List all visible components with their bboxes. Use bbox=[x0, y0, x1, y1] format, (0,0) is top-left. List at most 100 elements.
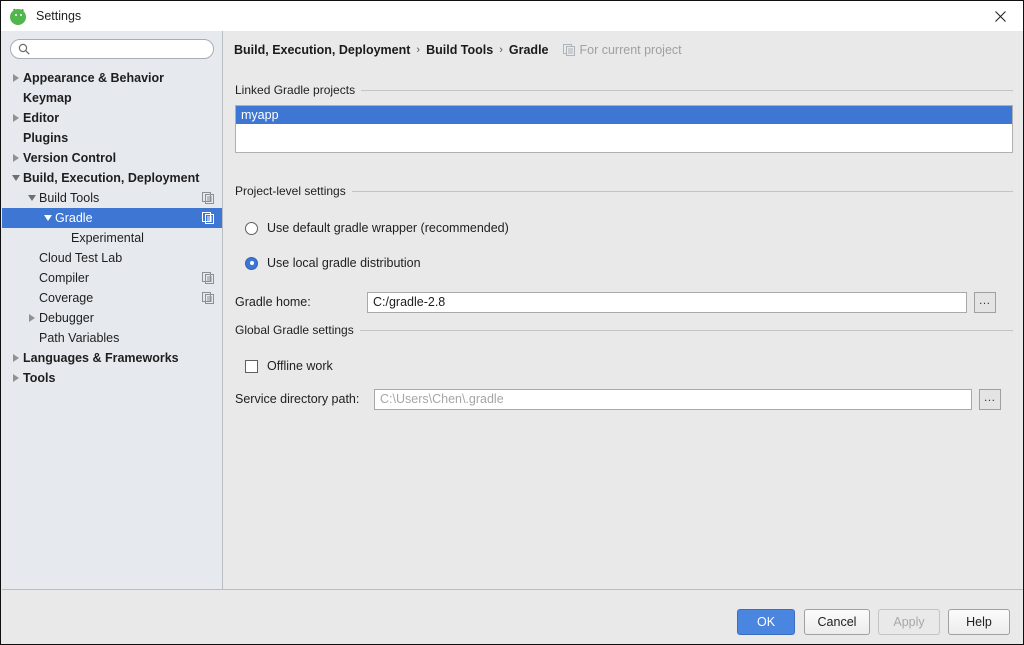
tree-spacer bbox=[10, 128, 23, 148]
global-settings-group: Global Gradle settings Offline work Serv… bbox=[235, 323, 1013, 410]
group-title: Global Gradle settings bbox=[235, 323, 354, 337]
gradle-home-input[interactable]: C:/gradle-2.8 bbox=[367, 292, 967, 313]
sidebar-item-label: Keymap bbox=[23, 88, 72, 108]
sidebar-item-languages-frameworks[interactable]: Languages & Frameworks bbox=[2, 348, 222, 368]
breadcrumb-item-1[interactable]: Build Tools bbox=[426, 43, 493, 57]
breadcrumb-item-2: Gradle bbox=[509, 43, 549, 57]
linked-projects-list[interactable]: myapp bbox=[235, 105, 1013, 153]
settings-tree: Appearance & BehaviorKeymapEditorPlugins… bbox=[2, 68, 222, 388]
sidebar-item-label: Cloud Test Lab bbox=[39, 248, 122, 268]
chevron-right-icon[interactable] bbox=[10, 368, 23, 388]
sidebar-item-coverage[interactable]: Coverage bbox=[2, 288, 222, 308]
sidebar-item-gradle[interactable]: Gradle bbox=[2, 208, 222, 228]
tree-spacer bbox=[10, 88, 23, 108]
settings-content: Build, Execution, Deployment › Build Too… bbox=[223, 31, 1023, 589]
breadcrumb-separator: › bbox=[416, 44, 420, 56]
sidebar-item-appearance-behavior[interactable]: Appearance & Behavior bbox=[2, 68, 222, 88]
copy-icon[interactable] bbox=[202, 192, 214, 204]
copy-icon[interactable] bbox=[202, 272, 214, 284]
list-item[interactable]: myapp bbox=[236, 106, 1012, 124]
search-input[interactable] bbox=[35, 40, 209, 60]
tree-spacer bbox=[26, 328, 39, 348]
copy-icon[interactable] bbox=[202, 292, 214, 304]
checkbox-icon[interactable] bbox=[245, 360, 258, 373]
radio-icon[interactable] bbox=[245, 257, 258, 270]
close-icon[interactable] bbox=[977, 1, 1023, 31]
sidebar-item-debugger[interactable]: Debugger bbox=[2, 308, 222, 328]
copy-icon bbox=[563, 44, 575, 56]
tree-spacer bbox=[26, 268, 39, 288]
group-title: Linked Gradle projects bbox=[235, 83, 355, 97]
project-settings-group: Project-level settings Use default gradl… bbox=[235, 184, 1013, 313]
sidebar-item-label: Languages & Frameworks bbox=[23, 348, 179, 368]
sidebar-item-tools[interactable]: Tools bbox=[2, 368, 222, 388]
sidebar-item-path-variables[interactable]: Path Variables bbox=[2, 328, 222, 348]
sidebar-item-cloud-test-lab[interactable]: Cloud Test Lab bbox=[2, 248, 222, 268]
sidebar-item-build-execution-deployment[interactable]: Build, Execution, Deployment bbox=[2, 168, 222, 188]
search-box[interactable] bbox=[10, 39, 214, 59]
group-header: Linked Gradle projects bbox=[235, 83, 1013, 97]
sidebar-item-build-tools[interactable]: Build Tools bbox=[2, 188, 222, 208]
ok-button[interactable]: OK bbox=[737, 609, 795, 635]
chevron-right-icon[interactable] bbox=[26, 308, 39, 328]
chevron-right-icon[interactable] bbox=[10, 108, 23, 128]
sidebar-item-label: Experimental bbox=[71, 228, 144, 248]
title-bar: Settings bbox=[1, 1, 1023, 31]
copy-icon[interactable] bbox=[202, 212, 214, 224]
radio-use-local-distribution[interactable]: Use local gradle distribution bbox=[245, 253, 1013, 273]
radio-use-default-wrapper[interactable]: Use default gradle wrapper (recommended) bbox=[245, 218, 1013, 238]
radio-icon[interactable] bbox=[245, 222, 258, 235]
group-divider bbox=[360, 330, 1013, 331]
chevron-down-icon[interactable] bbox=[42, 208, 55, 228]
sidebar-item-label: Compiler bbox=[39, 268, 89, 288]
group-divider bbox=[352, 191, 1013, 192]
search-container bbox=[2, 31, 222, 59]
offline-work-checkbox-row[interactable]: Offline work bbox=[245, 356, 1013, 376]
apply-button: Apply bbox=[878, 609, 940, 635]
sidebar-item-compiler[interactable]: Compiler bbox=[2, 268, 222, 288]
offline-work-label: Offline work bbox=[267, 359, 333, 373]
sidebar-item-label: Tools bbox=[23, 368, 55, 388]
chevron-right-icon[interactable] bbox=[10, 348, 23, 368]
breadcrumb: Build, Execution, Deployment › Build Too… bbox=[234, 43, 682, 57]
sidebar-item-label: Gradle bbox=[55, 208, 93, 228]
tree-spacer bbox=[26, 248, 39, 268]
sidebar-item-label: Path Variables bbox=[39, 328, 119, 348]
radio-label: Use local gradle distribution bbox=[267, 256, 421, 270]
chevron-down-icon[interactable] bbox=[26, 188, 39, 208]
window-title: Settings bbox=[36, 9, 81, 23]
sidebar-item-label: Debugger bbox=[39, 308, 94, 328]
sidebar-item-label: Plugins bbox=[23, 128, 68, 148]
chevron-down-icon[interactable] bbox=[10, 168, 23, 188]
sidebar-item-label: Coverage bbox=[39, 288, 93, 308]
scope-note: For current project bbox=[580, 43, 682, 57]
sidebar-item-editor[interactable]: Editor bbox=[2, 108, 222, 128]
sidebar-item-plugins[interactable]: Plugins bbox=[2, 128, 222, 148]
dialog-button-bar: OK Cancel Apply Help bbox=[2, 590, 1023, 644]
gradle-home-browse-button[interactable]: … bbox=[974, 292, 996, 313]
service-directory-input[interactable]: C:\Users\Chen\.gradle bbox=[374, 389, 972, 410]
radio-label: Use default gradle wrapper (recommended) bbox=[267, 221, 509, 235]
cancel-button[interactable]: Cancel bbox=[804, 609, 870, 635]
android-studio-icon bbox=[10, 8, 27, 25]
sidebar-item-label: Appearance & Behavior bbox=[23, 68, 164, 88]
service-directory-row: Service directory path: C:\Users\Chen\.g… bbox=[235, 388, 1013, 410]
group-header: Global Gradle settings bbox=[235, 323, 1013, 337]
chevron-right-icon[interactable] bbox=[10, 68, 23, 88]
sidebar-item-experimental[interactable]: Experimental bbox=[2, 228, 222, 248]
settings-sidebar: Appearance & BehaviorKeymapEditorPlugins… bbox=[2, 31, 223, 589]
settings-window: Settings Appearance & BehaviorKeymapEdit… bbox=[0, 0, 1024, 645]
sidebar-item-keymap[interactable]: Keymap bbox=[2, 88, 222, 108]
linked-projects-group: Linked Gradle projects myapp bbox=[235, 83, 1013, 153]
sidebar-item-label: Build Tools bbox=[39, 188, 99, 208]
breadcrumb-separator: › bbox=[499, 44, 503, 56]
sidebar-item-label: Build, Execution, Deployment bbox=[23, 168, 199, 188]
group-divider bbox=[361, 90, 1013, 91]
sidebar-item-version-control[interactable]: Version Control bbox=[2, 148, 222, 168]
service-directory-browse-button[interactable]: … bbox=[979, 389, 1001, 410]
chevron-right-icon[interactable] bbox=[10, 148, 23, 168]
breadcrumb-item-0[interactable]: Build, Execution, Deployment bbox=[234, 43, 410, 57]
help-button[interactable]: Help bbox=[948, 609, 1010, 635]
gradle-home-row: Gradle home: C:/gradle-2.8 … bbox=[235, 291, 1013, 313]
gradle-home-label: Gradle home: bbox=[235, 295, 367, 309]
